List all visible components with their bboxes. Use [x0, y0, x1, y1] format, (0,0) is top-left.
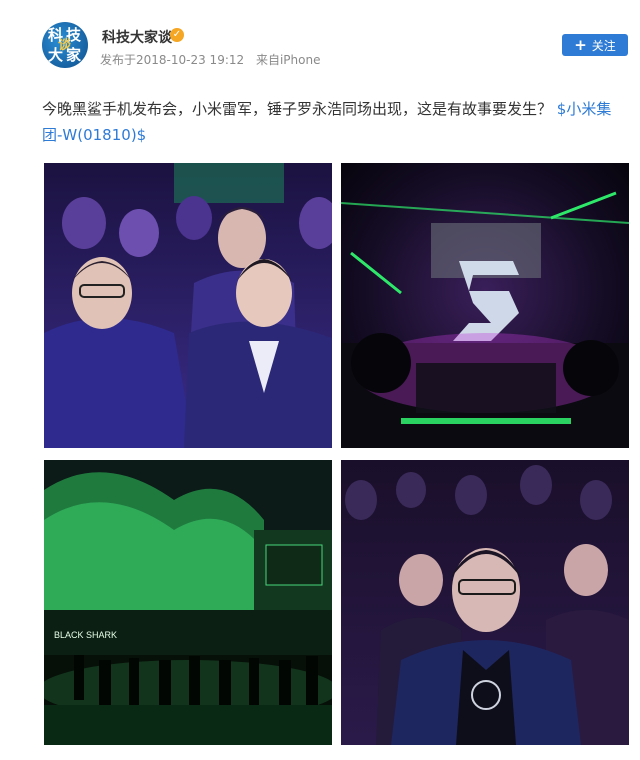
weibo-post-card: 科 技 谈 大 家 科技大家谈 ✓ 发布于2018-10-23 19:12 来自…	[0, 0, 640, 760]
avatar-char: 大	[48, 46, 64, 64]
avatar-char: 家	[66, 46, 82, 64]
venue-exterior-image: BLACK SHARK	[44, 460, 332, 745]
stage-s-logo-photo[interactable]	[341, 163, 629, 448]
follow-button[interactable]: + 关注	[562, 34, 628, 56]
audience-front-row-image	[44, 163, 332, 448]
account-username[interactable]: 科技大家谈	[102, 27, 172, 47]
post-timestamp[interactable]: 发布于2018-10-23 19:12	[100, 53, 244, 67]
post-body: 今晚黑鲨手机发布会，小米雷军，锤子罗永浩同场出现，这是有故事要发生？	[42, 100, 553, 118]
post-text: 今晚黑鲨手机发布会，小米雷军，锤子罗永浩同场出现，这是有故事要发生？ $小米集团…	[42, 96, 612, 148]
audience-crowd-photo[interactable]	[341, 460, 629, 745]
black-shark-sign: BLACK SHARK	[54, 630, 117, 640]
follow-button-label: 关注	[591, 38, 616, 53]
verified-badge-icon: ✓	[170, 28, 184, 42]
account-avatar[interactable]: 科 技 谈 大 家	[42, 22, 88, 68]
venue-exterior-photo[interactable]: BLACK SHARK	[44, 460, 332, 745]
plus-icon: +	[574, 35, 587, 54]
audience-crowd-image	[341, 460, 629, 745]
audience-front-row-photo[interactable]	[44, 163, 332, 448]
post-meta: 发布于2018-10-23 19:12 来自iPhone	[100, 51, 328, 68]
post-source: 来自iPhone	[255, 53, 321, 67]
stage-s-logo-image	[341, 163, 629, 448]
